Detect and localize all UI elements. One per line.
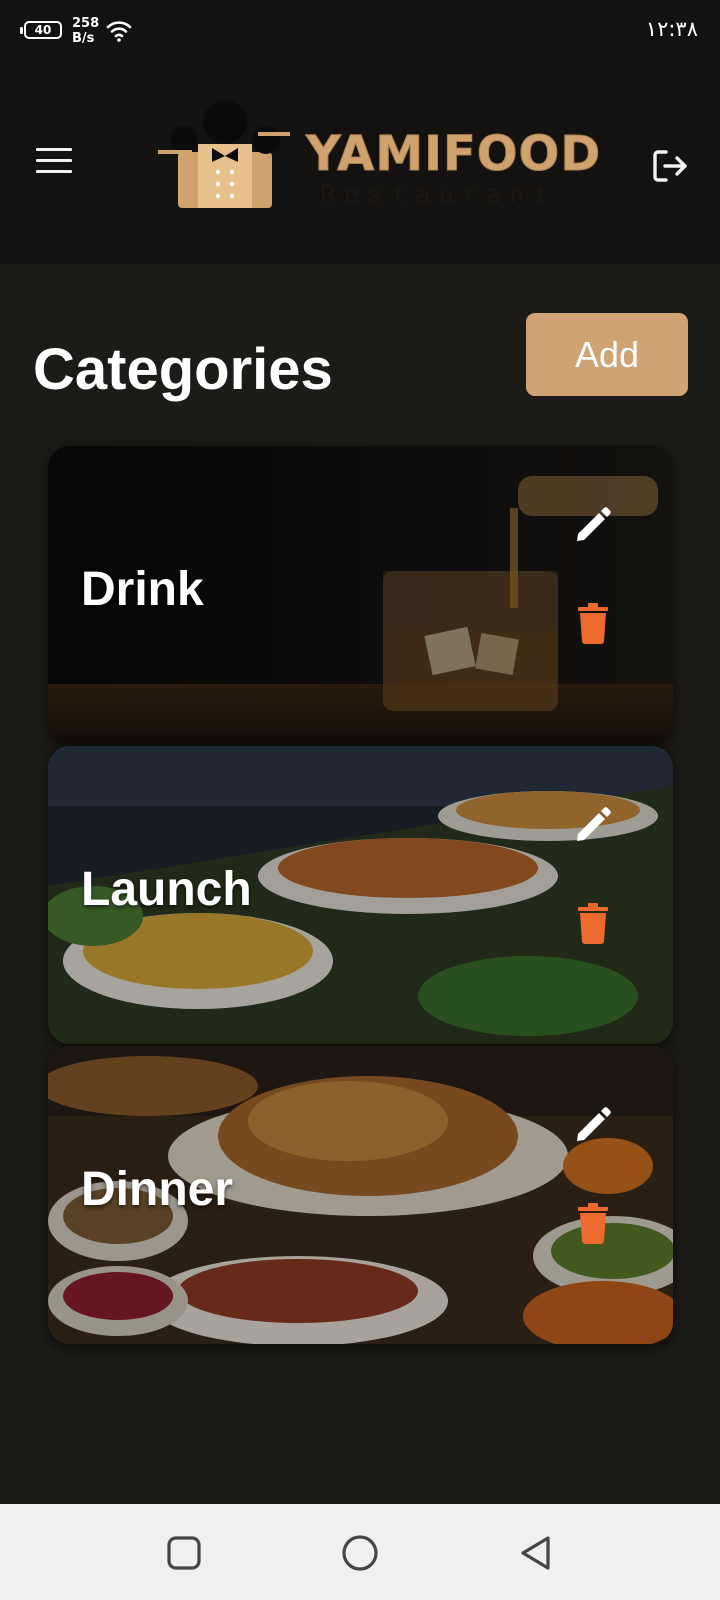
pencil-icon[interactable] [572,804,614,846]
battery-icon: 40 [20,21,62,39]
category-card-dinner[interactable]: Dinner [48,1046,673,1344]
category-label: Drink [81,563,204,616]
category-label: Dinner [81,1163,234,1216]
logo-text: YAMIFOOD [305,126,602,183]
pencil-icon[interactable] [572,504,614,546]
page-title: Categories [33,337,333,402]
hamburger-icon [36,148,72,151]
trash-icon[interactable] [576,1202,610,1244]
pencil-icon[interactable] [572,1104,614,1146]
back-triangle-icon[interactable] [517,1534,555,1572]
network-speed-unit: B/s [72,31,95,46]
network-speed-value: 258 [72,16,100,31]
logo: YAMIFOOD Restaurant [158,100,601,220]
status-bar: 40 258 B/s ۱۲:۳۸ [0,0,720,60]
logo-subtext: Restaurant [320,180,557,210]
wifi-icon [106,21,132,42]
clock: ۱۲:۳۸ [645,17,698,41]
add-category-button[interactable]: Add [526,313,688,396]
system-nav-bar [0,1504,720,1600]
home-circle-icon[interactable] [341,1534,379,1572]
menu-button[interactable] [36,148,76,180]
logout-icon[interactable] [650,146,690,186]
category-label: Launch [81,863,252,916]
recents-square-icon[interactable] [165,1534,203,1572]
category-card-drink[interactable]: Drink [48,446,673,744]
chef-logo-icon [158,100,290,208]
trash-icon[interactable] [576,602,610,644]
network-speed: 258 B/s [72,16,99,46]
category-card-launch[interactable]: Launch [48,746,673,1044]
trash-icon[interactable] [576,902,610,944]
